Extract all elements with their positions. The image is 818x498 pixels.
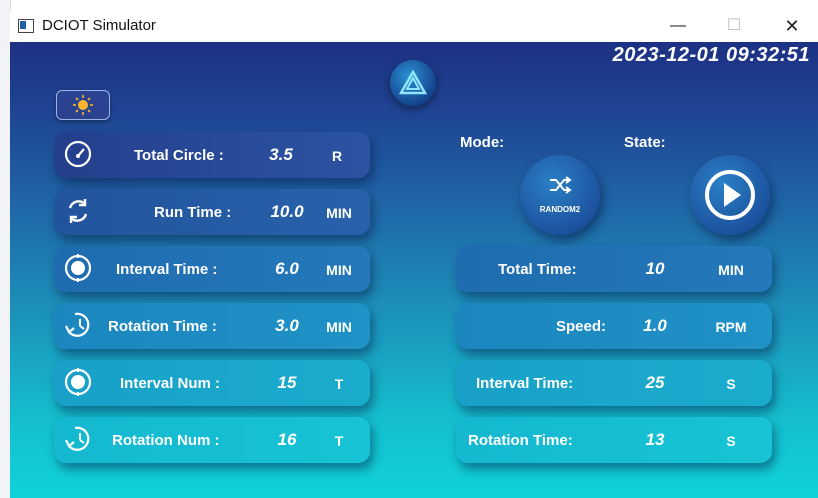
window-title: DCIOT Simulator bbox=[42, 17, 156, 34]
sun-icon bbox=[73, 95, 93, 115]
clock-rotate-icon bbox=[65, 426, 90, 451]
play-button[interactable] bbox=[690, 155, 770, 235]
target-icon bbox=[64, 368, 92, 396]
interval-num-value: 15 bbox=[277, 373, 297, 392]
speed-label: Speed: bbox=[556, 318, 607, 335]
interval-num-label: Interval Num : bbox=[120, 375, 221, 392]
rotation-time-right-label: Rotation Time: bbox=[468, 432, 573, 449]
speed-value: 1.0 bbox=[643, 316, 667, 335]
clock-rotate-icon bbox=[65, 312, 90, 337]
interval-time-label: Interval Time : bbox=[116, 261, 218, 278]
total-circle-label: Total Circle : bbox=[134, 147, 224, 164]
total-circle-row: Total Circle : 3.5 R bbox=[54, 132, 370, 178]
interval-num-unit: T bbox=[334, 376, 344, 392]
run-time-row: Run Time : 10.0 MIN bbox=[54, 189, 370, 235]
mode-value: RANDOM2 bbox=[539, 205, 581, 214]
refresh-icon bbox=[68, 199, 88, 223]
close-button[interactable]: ✕ bbox=[772, 12, 812, 40]
total-time-value: 10 bbox=[645, 259, 665, 278]
interval-num-row: Interval Num : 15 T bbox=[54, 360, 370, 406]
rotation-num-label: Rotation Num : bbox=[112, 432, 220, 449]
run-time-value: 10.0 bbox=[270, 202, 304, 221]
title-bar: DCIOT Simulator — ☐ ✕ bbox=[10, 10, 818, 42]
rotation-time-label: Rotation Time : bbox=[108, 318, 217, 335]
rotation-num-unit: T bbox=[334, 433, 344, 449]
total-circle-value: 3.5 bbox=[269, 145, 293, 164]
rotation-num-value: 16 bbox=[277, 430, 297, 449]
rotation-time-right-value: 13 bbox=[645, 430, 665, 449]
total-time-label: Total Time: bbox=[498, 261, 577, 278]
maximize-button[interactable]: ☐ bbox=[714, 12, 754, 40]
interval-time-row: Interval Time : 6.0 MIN bbox=[54, 246, 370, 292]
interval-time-right-row: Interval Time: 25 S bbox=[456, 360, 772, 406]
speed-unit: RPM bbox=[715, 319, 747, 335]
interval-time-right-unit: S bbox=[726, 376, 736, 392]
speedometer-icon bbox=[64, 140, 92, 168]
rotation-time-right-unit: S bbox=[726, 433, 736, 449]
run-time-unit: MIN bbox=[326, 205, 352, 221]
rotation-time-unit: MIN bbox=[326, 319, 352, 335]
theme-toggle-button[interactable] bbox=[56, 90, 110, 120]
total-time-row: Total Time: 10 MIN bbox=[456, 246, 772, 292]
mode-label: Mode: bbox=[460, 134, 505, 151]
speed-row: Speed: 1.0 RPM bbox=[456, 303, 772, 349]
rotation-time-right-row: Rotation Time: 13 S bbox=[456, 417, 772, 463]
minimize-button[interactable]: — bbox=[658, 12, 698, 40]
total-circle-unit: R bbox=[331, 148, 343, 164]
run-time-label: Run Time : bbox=[154, 204, 232, 221]
play-icon bbox=[705, 170, 755, 220]
interval-time-right-value: 25 bbox=[645, 373, 665, 392]
total-time-unit: MIN bbox=[718, 262, 744, 278]
simulator-panel: 2023-12-01 09:32:51 Total Circle : 3.5 R bbox=[10, 42, 818, 498]
datetime-display: 2023-12-01 09:32:51 bbox=[612, 44, 810, 66]
logo-icon bbox=[390, 60, 436, 106]
interval-time-unit: MIN bbox=[326, 262, 352, 278]
state-label: State: bbox=[624, 134, 666, 151]
rotation-time-row: Rotation Time : 3.0 MIN bbox=[54, 303, 370, 349]
target-icon bbox=[64, 254, 92, 282]
shuffle-icon bbox=[550, 176, 572, 194]
app-window-icon bbox=[18, 19, 34, 33]
mode-button[interactable]: RANDOM2 bbox=[520, 155, 600, 235]
rotation-num-row: Rotation Num : 16 T bbox=[54, 417, 370, 463]
rotation-time-value: 3.0 bbox=[275, 316, 299, 335]
interval-time-value: 6.0 bbox=[275, 259, 299, 278]
interval-time-right-label: Interval Time: bbox=[476, 375, 574, 392]
